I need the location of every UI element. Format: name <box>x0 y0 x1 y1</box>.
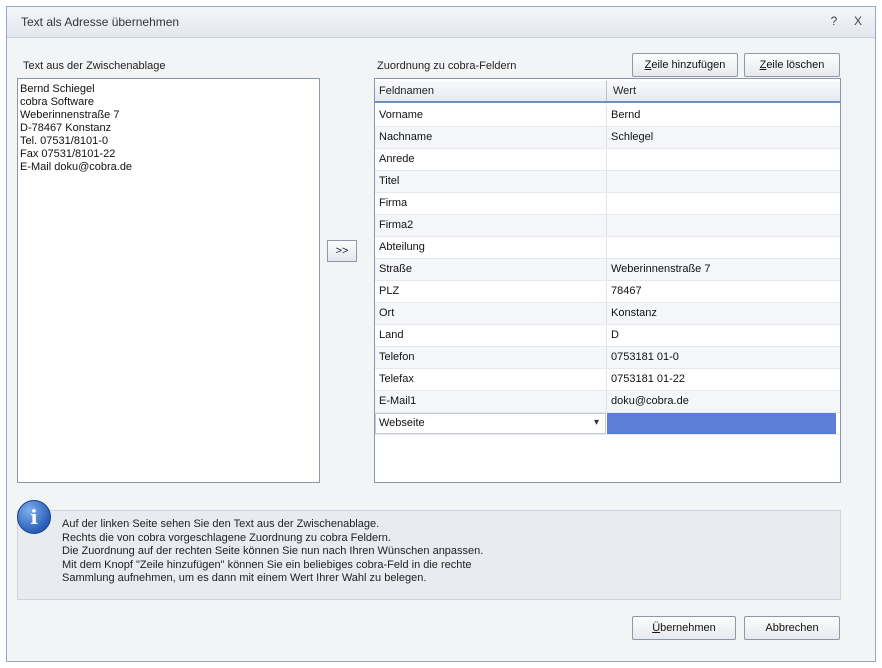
cell-separator <box>606 171 607 192</box>
title-bar: Text als Adresse übernehmen ? X <box>7 7 875 38</box>
info-text: Auf der linken Seite sehen Sie den Text … <box>62 518 822 586</box>
info-icon: i <box>17 500 51 534</box>
mapping-label: Zuordnung zu cobra-Feldern <box>377 60 517 72</box>
cell-separator <box>606 259 607 280</box>
clipboard-text-area[interactable]: Bernd Schiegel cobra Software Weberinnen… <box>17 78 320 483</box>
field-name: Firma <box>379 197 408 209</box>
column-separator[interactable] <box>606 81 607 101</box>
table-row[interactable]: Anrede <box>375 149 840 171</box>
field-value[interactable]: Weberinnenstraße 7 <box>611 263 710 275</box>
field-name: E-Mail1 <box>379 395 417 407</box>
cell-separator <box>606 369 607 390</box>
info-line: Auf der linken Seite sehen Sie den Text … <box>62 518 380 530</box>
field-name: Nachname <box>379 131 433 143</box>
field-name: Telefax <box>379 373 414 385</box>
clipboard-line: cobra Software <box>20 96 94 108</box>
cell-separator <box>606 237 607 258</box>
cell-separator <box>606 347 607 368</box>
info-line: Sammlung aufnehmen, um es dann mit einem… <box>62 572 427 584</box>
field-name: Anrede <box>379 153 415 165</box>
field-name: Webseite <box>379 417 425 429</box>
field-value[interactable]: D <box>611 329 619 341</box>
table-row[interactable]: Vorname Bernd <box>375 105 840 127</box>
field-value[interactable]: Konstanz <box>611 307 657 319</box>
field-name: Straße <box>379 263 413 275</box>
cell-separator <box>606 105 607 126</box>
table-row[interactable]: Telefax 0753181 01-22 <box>375 369 840 391</box>
cell-separator <box>606 391 607 412</box>
clipboard-line: Bernd Schiegel <box>20 83 95 95</box>
grid-header: Feldnamen Wert <box>375 81 840 103</box>
field-name: Vorname <box>379 109 424 121</box>
cancel-button[interactable]: Abbrechen <box>744 616 840 640</box>
table-row[interactable]: Firma2 <box>375 215 840 237</box>
column-header-field[interactable]: Feldnamen <box>379 85 434 97</box>
field-mapping-grid[interactable]: Feldnamen Wert Vorname Bernd Nachname Schl… <box>374 78 841 483</box>
field-value[interactable]: 0753181 01-0 <box>611 351 679 363</box>
cell-separator <box>606 127 607 148</box>
field-name: PLZ <box>379 285 400 297</box>
table-row[interactable]: Ort Konstanz <box>375 303 840 325</box>
table-row[interactable]: PLZ 78467 <box>375 281 840 303</box>
cell-separator <box>606 215 607 236</box>
field-name: Telefon <box>379 351 415 363</box>
ok-label: bernehmen <box>660 622 716 634</box>
field-name: Abteilung <box>379 241 425 253</box>
add-row-label: eile hinzufügen <box>651 59 726 71</box>
clipboard-line: Tel. 07531/8101-0 <box>20 135 109 147</box>
field-name: Firma2 <box>379 219 414 231</box>
field-value[interactable]: doku@cobra.de <box>611 395 689 407</box>
window-title: Text als Adresse übernehmen <box>21 15 180 29</box>
add-row-button[interactable]: Zeile hinzufügen <box>632 53 738 77</box>
info-line: Rechts die von cobra vorgeschlagene Zuor… <box>62 531 391 544</box>
field-value[interactable]: Schlegel <box>611 131 653 143</box>
table-row[interactable]: Nachname Schlegel <box>375 127 840 149</box>
cell-separator <box>606 149 607 170</box>
value-cell-selected[interactable] <box>607 413 836 434</box>
table-row[interactable]: Firma <box>375 193 840 215</box>
field-name: Titel <box>379 175 400 187</box>
table-row[interactable]: Telefon 0753181 01-0 <box>375 347 840 369</box>
cell-separator <box>606 281 607 302</box>
field-value[interactable]: 0753181 01-22 <box>611 373 685 385</box>
cell-separator <box>606 303 607 324</box>
clipboard-label: Text aus der Zwischenablage <box>23 60 166 72</box>
table-row-editing[interactable]: Webseite ▾ <box>375 413 840 435</box>
cell-separator <box>606 325 607 346</box>
table-row[interactable]: Land D <box>375 325 840 347</box>
clipboard-line: Fax 07531/8101-22 <box>20 148 116 160</box>
field-value[interactable]: 78467 <box>611 285 642 297</box>
transfer-button[interactable]: >> <box>327 240 357 262</box>
info-line: Mit dem Knopf "Zeile hinzufügen" können … <box>62 558 472 571</box>
info-line: Die Zuordnung auf der rechten Seite könn… <box>62 545 484 557</box>
column-header-value[interactable]: Wert <box>613 85 636 97</box>
table-row[interactable]: Straße Weberinnenstraße 7 <box>375 259 840 281</box>
close-icon[interactable]: X <box>851 14 865 28</box>
table-row[interactable]: E-Mail1 doku@cobra.de <box>375 391 840 413</box>
delete-row-button[interactable]: Zeile löschen <box>744 53 840 77</box>
chevron-down-icon[interactable]: ▾ <box>594 417 599 428</box>
clipboard-line: D-78467 Konstanz <box>20 122 112 134</box>
ok-button[interactable]: Übernehmen <box>632 616 736 640</box>
field-value[interactable]: Bernd <box>611 109 640 121</box>
cell-separator <box>606 193 607 214</box>
grid-rows: Vorname Bernd Nachname Schlegel Anrede Tit… <box>375 105 840 435</box>
clipboard-line: E-Mail doku@cobra.de <box>20 161 133 173</box>
field-name: Ort <box>379 307 395 319</box>
ok-mnemonic: Ü <box>652 622 661 634</box>
table-row[interactable]: Titel <box>375 171 840 193</box>
clipboard-line: Weberinnenstraße 7 <box>20 109 120 121</box>
field-name: Land <box>379 329 404 341</box>
delete-row-label: eile löschen <box>766 59 825 71</box>
table-row[interactable]: Abteilung <box>375 237 840 259</box>
help-icon[interactable]: ? <box>827 14 841 28</box>
